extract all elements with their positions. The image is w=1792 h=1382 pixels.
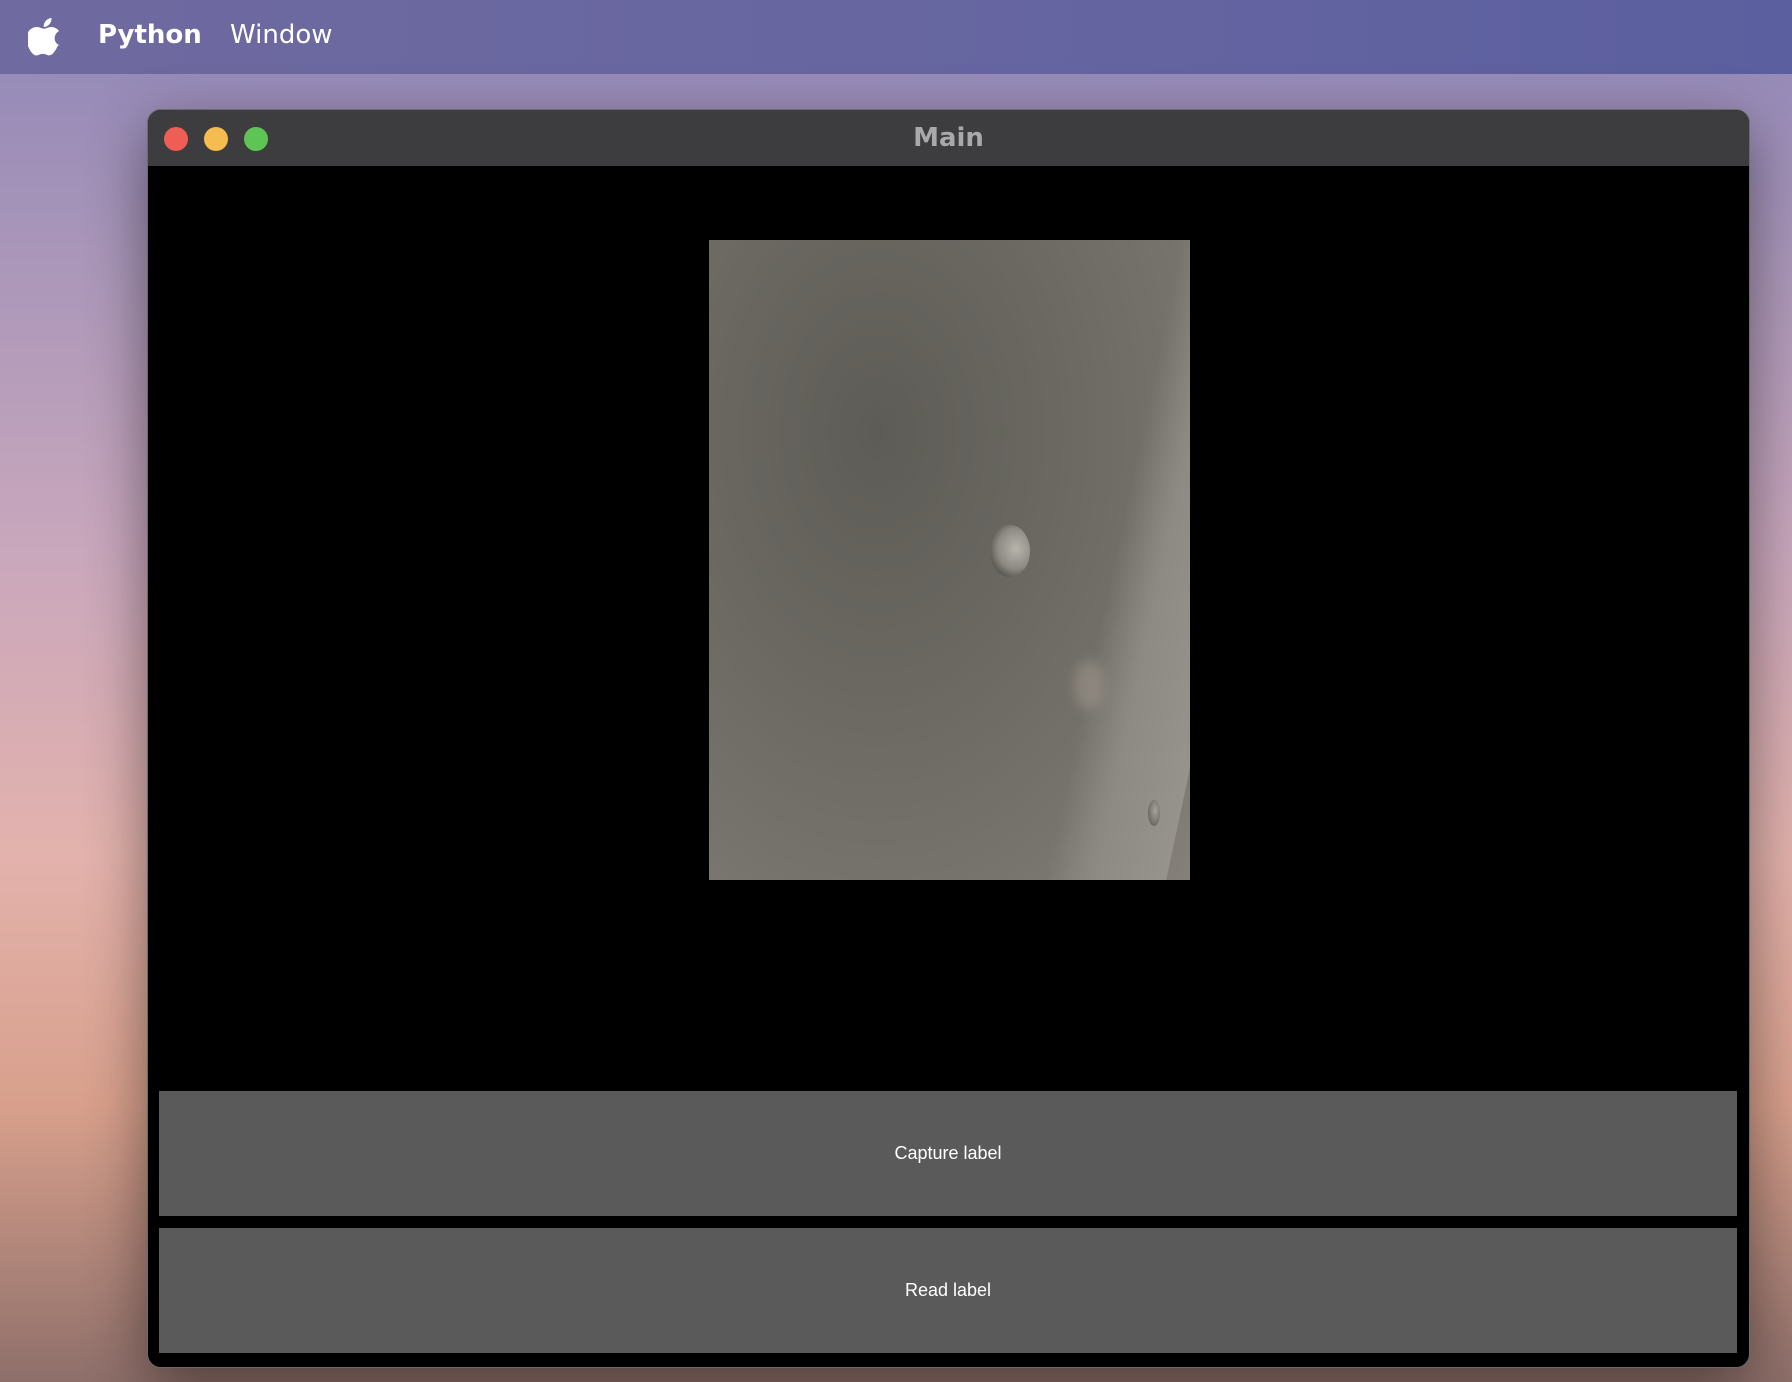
camera-preview xyxy=(709,240,1190,880)
window-title: Main xyxy=(913,123,984,153)
apple-logo-icon[interactable] xyxy=(28,16,62,56)
window-titlebar[interactable]: Main xyxy=(148,110,1749,166)
preview-light-spot xyxy=(1074,660,1104,710)
capture-label-button[interactable]: Capture label xyxy=(159,1091,1737,1216)
menu-bar: Python Window xyxy=(0,0,1792,74)
menu-item-window[interactable]: Window xyxy=(230,20,333,50)
preview-small-bolt xyxy=(1148,800,1160,826)
read-label-button[interactable]: Read label xyxy=(159,1228,1737,1353)
main-window: Main Capture label Read label xyxy=(147,109,1750,1368)
preview-wall-edge xyxy=(1033,240,1190,880)
menu-app-name[interactable]: Python xyxy=(98,20,202,50)
preview-bolt xyxy=(990,525,1030,577)
